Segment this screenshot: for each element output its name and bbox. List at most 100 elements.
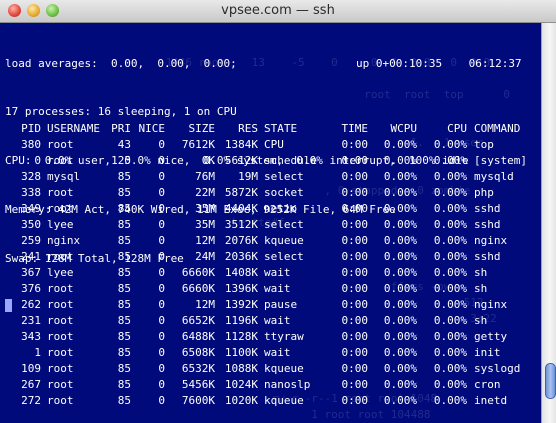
cell-nice: 0 [158,330,165,343]
cell-command: sh [474,314,488,327]
cell-wcpu: 0.00% [383,282,417,295]
cell-cpu: 0.00% [433,266,467,279]
cell-wcpu: 0.00% [383,362,417,375]
cell-res: 1408K [224,266,258,279]
cell-username: mysql [47,170,81,183]
cell-pri: 85 [117,170,131,183]
cell-username: root [47,202,74,215]
cell-pri: 85 [117,378,131,391]
cell-size: 12M [195,234,215,247]
cell-nice: 0 [158,266,165,279]
cell-pri: 85 [117,234,131,247]
cell-wcpu: 0.00% [383,186,417,199]
cell-state: socket [264,186,304,199]
cell-nice: 0 [158,170,165,183]
cell-state: wait [264,346,291,359]
cell-command: top [474,138,494,151]
cell-state: select [264,250,304,263]
cell-nice: 0 [158,298,165,311]
cell-size: 12M [195,298,215,311]
cell-cpu: 0.00% [433,330,467,343]
cell-cpu: 0.00% [433,394,467,407]
cell-res: 1384K [224,138,258,151]
cell-username: root [47,314,74,327]
cell-username: root [47,282,74,295]
cell-res: 1024K [224,378,258,391]
cell-size: 76M [195,170,215,183]
cell-size: 6532K [181,362,215,375]
cell-nice: 0 [158,314,165,327]
cell-state: select [264,218,304,231]
cell-username: nginx [47,234,81,247]
cell-size: 6508K [181,346,215,359]
cell-command: sh [474,282,488,295]
window-title: vpsee.com — ssh [221,3,335,18]
cell-pid: 241 [21,250,41,263]
cell-command: sshd [474,202,501,215]
cell-username: root [47,186,74,199]
cell-size: 7600K [181,394,215,407]
cell-size: 5456K [181,378,215,391]
cell-wcpu: 0.00% [383,170,417,183]
cell-wcpu: 0.00% [383,330,417,343]
cell-nice: 0 [158,138,165,151]
cell-username: lyee [47,266,74,279]
cell-res: 1128K [224,330,258,343]
cell-pri: 85 [117,394,131,407]
cell-time: 0:00 [341,170,369,183]
cell-time: 0:00 [341,234,369,247]
cell-time: 0:00 [341,266,369,279]
cell-state: wait [264,266,291,279]
scrollbar-thumb[interactable] [545,363,556,399]
cell-res: 19M [238,170,258,183]
cell-cpu: 0.00% [433,170,467,183]
cell-pid: 380 [21,138,41,151]
load-averages-line: load averages: 0.00, 0.00, 0.00; up 0+00… [5,56,522,70]
cell-size: 6660K [181,266,215,279]
cell-pri: 125 [111,154,131,167]
vertical-scrollbar[interactable] [541,23,556,423]
cell-res: 3512K [224,218,258,231]
cell-wcpu: 0.00% [383,154,417,167]
cell-pri: 85 [117,314,131,327]
cell-cpu: 0.00% [433,282,467,295]
cell-username: root [47,362,74,375]
cell-state: kqueue [264,362,304,375]
column-header-state: STATE [264,122,298,135]
cell-nice: 0 [158,394,165,407]
cell-pid: 259 [21,234,41,247]
cell-username: root [47,394,74,407]
cell-command: init [474,346,501,359]
cell-res: 1088K [224,362,258,375]
cell-wcpu: 0.00% [383,234,417,247]
cell-nice: 0 [158,234,165,247]
cell-nice: 0 [158,250,165,263]
cell-pid: 231 [21,314,41,327]
cell-pri: 85 [117,298,131,311]
terminal-screen[interactable]: 1446 root 13 -5 0 0 S 0.0 0 0:0 root roo… [0,23,541,423]
cell-wcpu: 0.00% [383,298,417,311]
cell-cpu: 0.00% [433,314,467,327]
cell-command: syslogd [474,362,521,375]
column-header-pri: PRI [111,122,131,135]
cell-state: netio [264,202,298,215]
cell-wcpu: 0.00% [383,266,417,279]
cell-nice: 0 [158,218,165,231]
title-bar[interactable]: vpsee.com — ssh [0,0,556,23]
cell-pid: 367 [21,266,41,279]
cell-command: php [474,186,494,199]
cell-pid: 338 [21,186,41,199]
cell-pri: 85 [117,202,131,215]
cell-state: pause [264,298,298,311]
cell-pid: 0 [34,154,41,167]
cell-pri: 43 [117,138,131,151]
cell-pid: 350 [21,218,41,231]
column-header-username: USERNAME [47,122,100,135]
cell-command: nginx [474,298,508,311]
cell-command: sshd [474,218,501,231]
cell-nice: 0 [158,154,165,167]
cell-res: 2076K [224,234,258,247]
cell-res: 5612K [224,154,258,167]
cell-time: 0:00 [341,394,369,407]
processes-line: 17 processes: 16 sleeping, 1 on CPU [5,105,237,119]
